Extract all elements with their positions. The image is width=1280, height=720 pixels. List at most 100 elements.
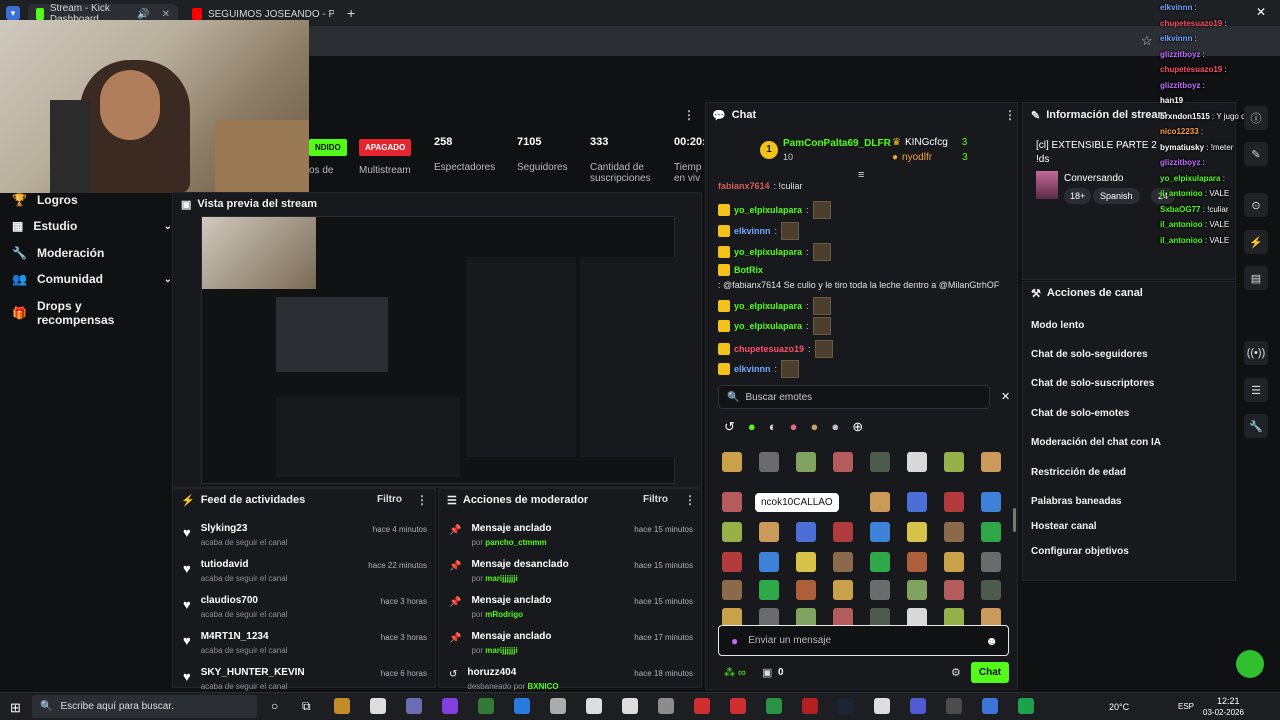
sidebar-item-moderacion[interactable]: 🔧 Moderación bbox=[12, 246, 162, 260]
emote-thumbnail[interactable] bbox=[907, 492, 927, 512]
emote-thumbnail[interactable] bbox=[833, 522, 853, 542]
emote-thumbnail[interactable] bbox=[907, 580, 927, 600]
emote-thumbnail[interactable] bbox=[722, 452, 742, 472]
emote-thumbnail[interactable] bbox=[981, 522, 1001, 542]
emote-thumbnail[interactable] bbox=[907, 452, 927, 472]
rail-list-icon[interactable]: ☰ bbox=[1244, 378, 1268, 402]
emote-thumbnail[interactable] bbox=[870, 492, 890, 512]
feed-filter-button[interactable]: Filtro bbox=[377, 494, 402, 505]
channel-action-item[interactable]: Hostear canal bbox=[1031, 521, 1097, 532]
emote-thumbnail[interactable] bbox=[796, 580, 816, 600]
emote-thumbnail[interactable] bbox=[944, 522, 964, 542]
emote-thumbnail[interactable] bbox=[759, 552, 779, 572]
cortana-icon[interactable]: ○ bbox=[271, 699, 278, 713]
taskbar-app-icon[interactable] bbox=[622, 698, 638, 714]
emote-thumbnail[interactable] bbox=[722, 580, 742, 600]
new-tab-button[interactable]: + bbox=[347, 5, 355, 21]
emote-thumbnail[interactable] bbox=[907, 552, 927, 572]
taskbar-app-icon[interactable] bbox=[442, 698, 458, 714]
windows-start-icon[interactable]: ⊞ bbox=[10, 700, 21, 716]
channel-action-item[interactable]: Chat de solo-suscriptores bbox=[1031, 378, 1154, 389]
emote-thumbnail[interactable] bbox=[833, 552, 853, 572]
feed-row[interactable]: ♥ Slyking23 acaba de seguir el canal hace 4… bbox=[173, 523, 437, 559]
taskbar-app-icon[interactable] bbox=[946, 698, 962, 714]
moderator-name[interactable]: BXNICO bbox=[527, 682, 558, 691]
taskbar-app-icon[interactable] bbox=[802, 698, 818, 714]
emote-thumbnail[interactable] bbox=[722, 492, 742, 512]
rail-wrench-icon[interactable]: 🔧 bbox=[1244, 414, 1268, 438]
emote-thumbnail[interactable] bbox=[944, 492, 964, 512]
chat-username[interactable]: elkvinnn bbox=[734, 364, 771, 374]
taskbar-app-icon[interactable] bbox=[514, 698, 530, 714]
chat-input[interactable]: ● Enviar un mensaje ☻ bbox=[718, 625, 1009, 656]
modactions-filter-button[interactable]: Filtro bbox=[643, 494, 668, 505]
chat-username[interactable]: fabianx7614 bbox=[718, 181, 770, 191]
emote-thumbnail[interactable] bbox=[833, 452, 853, 472]
points-icon[interactable]: ⁂ ∞ bbox=[724, 666, 746, 679]
close-tab-icon[interactable]: ✕ bbox=[162, 9, 170, 20]
speaker-icon[interactable]: 🔊 bbox=[137, 9, 149, 20]
modaction-row[interactable]: 📌 Mensaje anclado por pancho_ctmmm hace 15 … bbox=[439, 523, 703, 559]
taskbar-app-icon[interactable] bbox=[982, 698, 998, 714]
channel-action-item[interactable]: Palabras baneadas bbox=[1031, 496, 1122, 507]
chat-username[interactable]: yo_elpixulapara bbox=[734, 247, 802, 257]
emote-thumbnail[interactable] bbox=[870, 452, 890, 472]
language-label[interactable]: ESP bbox=[1178, 702, 1194, 711]
close-emote-picker-icon[interactable]: ✕ bbox=[1001, 390, 1010, 403]
emote-thumbnail[interactable] bbox=[870, 580, 890, 600]
emoji-category-icon[interactable]: ● bbox=[810, 419, 818, 439]
feed-row[interactable]: ♥ claudios700 acaba de seguir el canal hace… bbox=[173, 595, 437, 631]
globe-icon[interactable]: ⊕ bbox=[852, 419, 863, 439]
global-emotes-icon[interactable]: ◐ bbox=[769, 419, 777, 439]
channel-emotes-icon[interactable]: ● bbox=[790, 419, 798, 439]
chat-username[interactable]: yo_elpixulapara bbox=[734, 205, 802, 215]
leader-2-name[interactable]: ● nyodlfr 3 bbox=[892, 152, 968, 163]
emote-thumbnail[interactable] bbox=[907, 522, 927, 542]
rail-info-icon[interactable]: ⓘ bbox=[1244, 106, 1268, 130]
taskbar-search-box[interactable]: 🔍 Escribe aquí para buscar. bbox=[32, 695, 257, 718]
modactions-menu-icon[interactable]: ⋮ bbox=[684, 493, 696, 507]
modaction-row[interactable]: 📌 Mensaje anclado por marijjjjjji hace 17 m… bbox=[439, 631, 703, 667]
emote-thumbnail[interactable] bbox=[870, 552, 890, 572]
taskbar-app-icon[interactable] bbox=[478, 698, 494, 714]
recent-emotes-icon[interactable]: ↺ bbox=[724, 419, 735, 439]
send-chat-button[interactable]: Chat bbox=[971, 662, 1009, 683]
emote-thumbnail[interactable] bbox=[722, 552, 742, 572]
channel-action-item[interactable]: Chat de solo-seguidores bbox=[1031, 349, 1148, 360]
sidebar-item-logros[interactable]: 🏆 Logros bbox=[12, 193, 162, 207]
emote-thumbnail[interactable] bbox=[981, 552, 1001, 572]
emote-thumbnail[interactable] bbox=[796, 522, 816, 542]
taskbar-app-icon[interactable] bbox=[910, 698, 926, 714]
emote-thumbnail[interactable] bbox=[759, 452, 779, 472]
emote-thumbnail[interactable] bbox=[796, 452, 816, 472]
modaction-row[interactable]: 📌 Mensaje desanclado por marijjjjjji hace 1… bbox=[439, 559, 703, 595]
rail-edit-icon[interactable]: ✎ bbox=[1244, 142, 1268, 166]
chat-username[interactable]: elkvinnn bbox=[734, 226, 771, 236]
emote-thumbnail[interactable] bbox=[944, 452, 964, 472]
moderator-name[interactable]: marijjjjjji bbox=[485, 574, 517, 583]
chat-username[interactable]: yo_elpixulapara bbox=[734, 321, 802, 331]
collapse-pinned-icon[interactable]: ≡ bbox=[858, 169, 864, 181]
moderator-name[interactable]: marijjjjjji bbox=[485, 646, 517, 655]
moderator-name[interactable]: mRodrigo bbox=[485, 610, 523, 619]
mic-icon[interactable]: ● bbox=[731, 634, 738, 648]
modaction-row[interactable]: 📌 Mensaje anclado por mRodrigo hace 15 minu… bbox=[439, 595, 703, 631]
sidebar-item-drops[interactable]: 🎁 Drops y recompensas bbox=[12, 299, 162, 327]
taskbar-app-icon[interactable] bbox=[838, 698, 854, 714]
emote-thumbnail[interactable] bbox=[833, 580, 853, 600]
taskbar-app-icon[interactable] bbox=[658, 698, 674, 714]
multistream-status-badge[interactable]: APAGADO bbox=[359, 139, 412, 156]
taskbar-app-icon[interactable] bbox=[334, 698, 350, 714]
chat-username[interactable]: chupetesuazo19 bbox=[734, 344, 804, 354]
avatar-emotes-icon[interactable]: ● bbox=[831, 419, 839, 439]
taskbar-app-icon[interactable] bbox=[694, 698, 710, 714]
emote-thumbnail[interactable] bbox=[722, 522, 742, 542]
gift-points-icon[interactable]: ▣ bbox=[762, 666, 772, 679]
emote-thumbnail[interactable] bbox=[944, 580, 964, 600]
sidebar-item-comunidad[interactable]: 👥 Comunidad ⌄ bbox=[12, 272, 172, 286]
feed-menu-icon[interactable]: ⋮ bbox=[416, 493, 428, 507]
clock-time[interactable]: 12:21 bbox=[1217, 696, 1240, 706]
rail-broadcast-icon[interactable]: ((•)) bbox=[1244, 341, 1268, 365]
emote-thumbnail[interactable] bbox=[981, 452, 1001, 472]
chat-menu-icon[interactable]: ⋮ bbox=[1004, 108, 1016, 122]
